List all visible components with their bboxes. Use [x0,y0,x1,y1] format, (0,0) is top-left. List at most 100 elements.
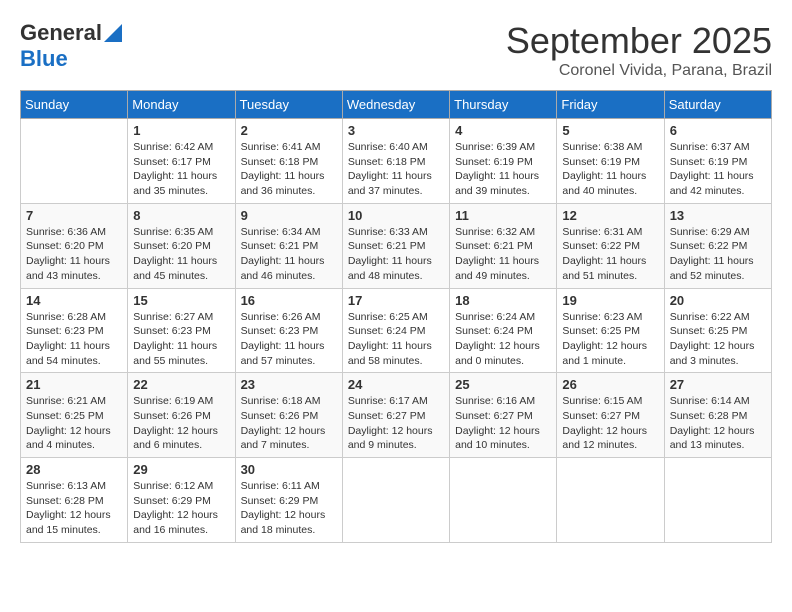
day-number: 5 [562,123,658,138]
calendar-cell [450,458,557,543]
day-info: Sunrise: 6:39 AMSunset: 6:19 PMDaylight:… [455,140,551,199]
calendar-cell: 6Sunrise: 6:37 AMSunset: 6:19 PMDaylight… [664,119,771,204]
day-number: 10 [348,208,444,223]
weekday-header-friday: Friday [557,91,664,119]
calendar-cell: 19Sunrise: 6:23 AMSunset: 6:25 PMDayligh… [557,288,664,373]
day-number: 13 [670,208,766,223]
day-info: Sunrise: 6:19 AMSunset: 6:26 PMDaylight:… [133,394,229,453]
calendar-cell: 10Sunrise: 6:33 AMSunset: 6:21 PMDayligh… [342,203,449,288]
calendar-cell: 11Sunrise: 6:32 AMSunset: 6:21 PMDayligh… [450,203,557,288]
day-info: Sunrise: 6:42 AMSunset: 6:17 PMDaylight:… [133,140,229,199]
day-number: 16 [241,293,337,308]
calendar-cell: 7 Sunrise: 6:36 AMSunset: 6:20 PMDaylight… [21,203,128,288]
calendar-cell: 1 Sunrise: 6:42 AMSunset: 6:17 PMDaylight… [128,119,235,204]
logo-triangle-icon [104,24,122,42]
day-info: Sunrise: 6:40 AMSunset: 6:18 PMDaylight:… [348,140,444,199]
calendar-cell [342,458,449,543]
day-info: Sunrise: 6:28 AMSunset: 6:23 PMDaylight:… [26,310,122,369]
calendar-cell: 14Sunrise: 6:28 AMSunset: 6:23 PMDayligh… [21,288,128,373]
calendar-week-row: 28 Sunrise: 6:13 AMSunset: 6:28 PMDayligh… [21,458,772,543]
day-number: 26 [562,377,658,392]
day-info: Sunrise: 6:32 AMSunset: 6:21 PMDaylight:… [455,225,551,284]
day-info: Sunrise: 6:25 AMSunset: 6:24 PMDaylight:… [348,310,444,369]
calendar-week-row: 21Sunrise: 6:21 AMSunset: 6:25 PMDayligh… [21,373,772,458]
day-number: 18 [455,293,551,308]
day-info: Sunrise: 6:34 AMSunset: 6:21 PMDaylight:… [241,225,337,284]
calendar-cell: 16 Sunrise: 6:26 AMSunset: 6:23 PMDayligh… [235,288,342,373]
weekday-header-saturday: Saturday [664,91,771,119]
logo: General Blue [20,20,124,72]
calendar-cell: 25 Sunrise: 6:16 AMSunset: 6:27 PMDayligh… [450,373,557,458]
calendar-cell: 12Sunrise: 6:31 AMSunset: 6:22 PMDayligh… [557,203,664,288]
day-info: Sunrise: 6:27 AMSunset: 6:23 PMDaylight:… [133,310,229,369]
calendar-cell: 26 Sunrise: 6:15 AMSunset: 6:27 PMDayligh… [557,373,664,458]
day-info: Sunrise: 6:15 AMSunset: 6:27 PMDaylight:… [562,394,658,453]
calendar-cell [664,458,771,543]
calendar-cell: 20 Sunrise: 6:22 AMSunset: 6:25 PMDayligh… [664,288,771,373]
day-info: Sunrise: 6:22 AMSunset: 6:25 PMDaylight:… [670,310,766,369]
calendar-cell: 30Sunrise: 6:11 AMSunset: 6:29 PMDayligh… [235,458,342,543]
day-info: Sunrise: 6:36 AMSunset: 6:20 PMDaylight:… [26,225,122,284]
calendar-cell: 5Sunrise: 6:38 AMSunset: 6:19 PMDaylight… [557,119,664,204]
day-number: 30 [241,462,337,477]
logo-general-text: General [20,20,102,46]
weekday-header-row: SundayMondayTuesdayWednesdayThursdayFrid… [21,91,772,119]
day-number: 4 [455,123,551,138]
calendar-cell: 28 Sunrise: 6:13 AMSunset: 6:28 PMDayligh… [21,458,128,543]
month-title: September 2025 [506,20,772,62]
weekday-header-tuesday: Tuesday [235,91,342,119]
day-number: 23 [241,377,337,392]
header: General Blue September 2025 Coronel Vivi… [20,20,772,80]
day-info: Sunrise: 6:29 AMSunset: 6:22 PMDaylight:… [670,225,766,284]
calendar-cell: 8 Sunrise: 6:35 AMSunset: 6:20 PMDaylight… [128,203,235,288]
day-number: 27 [670,377,766,392]
day-info: Sunrise: 6:35 AMSunset: 6:20 PMDaylight:… [133,225,229,284]
day-number: 24 [348,377,444,392]
calendar-cell: 27 Sunrise: 6:14 AMSunset: 6:28 PMDayligh… [664,373,771,458]
day-info: Sunrise: 6:16 AMSunset: 6:27 PMDaylight:… [455,394,551,453]
day-info: Sunrise: 6:17 AMSunset: 6:27 PMDaylight:… [348,394,444,453]
weekday-header-sunday: Sunday [21,91,128,119]
weekday-header-thursday: Thursday [450,91,557,119]
calendar-week-row: 14Sunrise: 6:28 AMSunset: 6:23 PMDayligh… [21,288,772,373]
day-number: 9 [241,208,337,223]
day-info: Sunrise: 6:13 AMSunset: 6:28 PMDaylight:… [26,479,122,538]
day-info: Sunrise: 6:26 AMSunset: 6:23 PMDaylight:… [241,310,337,369]
day-number: 1 [133,123,229,138]
day-info: Sunrise: 6:41 AMSunset: 6:18 PMDaylight:… [241,140,337,199]
calendar-cell [21,119,128,204]
calendar-cell: 9 Sunrise: 6:34 AMSunset: 6:21 PMDaylight… [235,203,342,288]
calendar-cell: 15 Sunrise: 6:27 AMSunset: 6:23 PMDayligh… [128,288,235,373]
calendar-cell: 2 Sunrise: 6:41 AMSunset: 6:18 PMDaylight… [235,119,342,204]
day-number: 15 [133,293,229,308]
subtitle: Coronel Vivida, Parana, Brazil [506,62,772,80]
day-number: 3 [348,123,444,138]
logo-blue-text: Blue [20,46,68,72]
calendar-week-row: 1 Sunrise: 6:42 AMSunset: 6:17 PMDaylight… [21,119,772,204]
calendar-cell: 3 Sunrise: 6:40 AMSunset: 6:18 PMDaylight… [342,119,449,204]
day-info: Sunrise: 6:14 AMSunset: 6:28 PMDaylight:… [670,394,766,453]
calendar-cell: 22 Sunrise: 6:19 AMSunset: 6:26 PMDayligh… [128,373,235,458]
calendar-cell: 4 Sunrise: 6:39 AMSunset: 6:19 PMDaylight… [450,119,557,204]
day-number: 17 [348,293,444,308]
day-info: Sunrise: 6:21 AMSunset: 6:25 PMDaylight:… [26,394,122,453]
day-number: 2 [241,123,337,138]
day-number: 28 [26,462,122,477]
calendar-cell: 17 Sunrise: 6:25 AMSunset: 6:24 PMDayligh… [342,288,449,373]
calendar-table: SundayMondayTuesdayWednesdayThursdayFrid… [20,90,772,543]
day-number: 22 [133,377,229,392]
calendar-cell: 24 Sunrise: 6:17 AMSunset: 6:27 PMDayligh… [342,373,449,458]
day-number: 25 [455,377,551,392]
day-number: 20 [670,293,766,308]
weekday-header-wednesday: Wednesday [342,91,449,119]
weekday-header-monday: Monday [128,91,235,119]
day-info: Sunrise: 6:18 AMSunset: 6:26 PMDaylight:… [241,394,337,453]
calendar-cell: 29 Sunrise: 6:12 AMSunset: 6:29 PMDayligh… [128,458,235,543]
day-number: 29 [133,462,229,477]
calendar-cell [557,458,664,543]
day-info: Sunrise: 6:37 AMSunset: 6:19 PMDaylight:… [670,140,766,199]
day-number: 7 [26,208,122,223]
day-info: Sunrise: 6:12 AMSunset: 6:29 PMDaylight:… [133,479,229,538]
day-number: 8 [133,208,229,223]
title-area: September 2025 Coronel Vivida, Parana, B… [506,20,772,80]
